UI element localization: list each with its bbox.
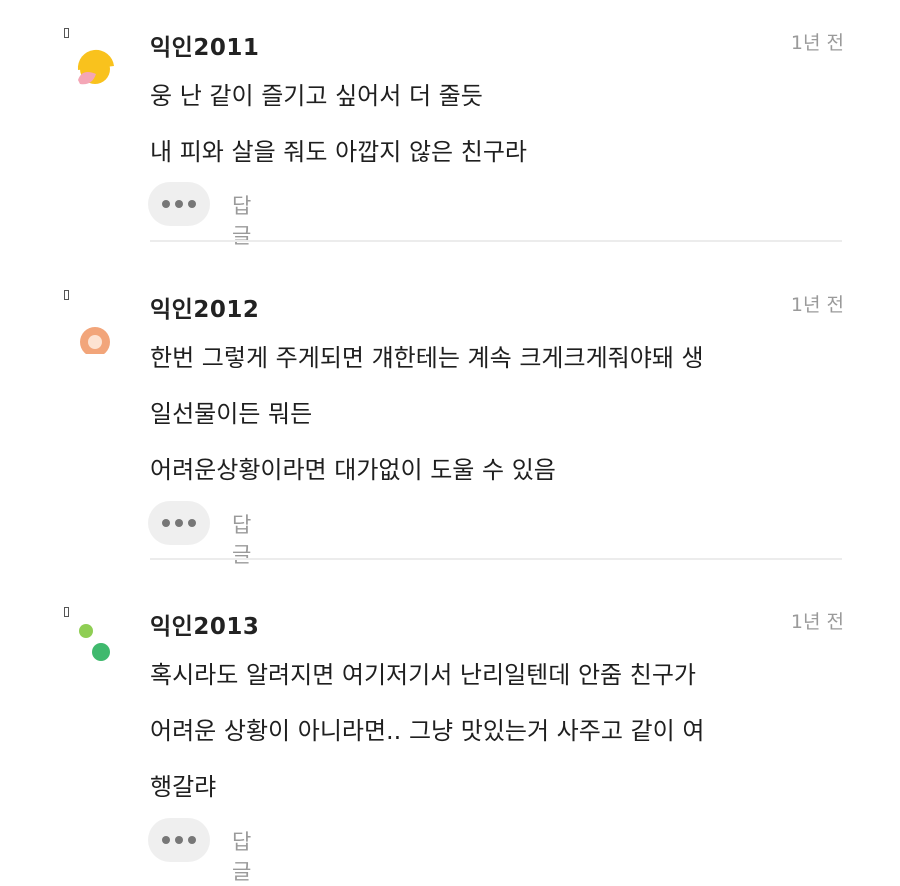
comment-marker [64, 28, 69, 38]
comment-marker [64, 290, 69, 300]
more-dot-icon [175, 200, 183, 208]
sun-avatar-icon [74, 44, 122, 92]
comment-marker [64, 607, 69, 617]
more-options-button[interactable] [148, 818, 210, 862]
comment-line: 어려운상황이라면 대가없이 도울 수 있음 [150, 456, 556, 484]
more-dot-icon [162, 836, 170, 844]
comment-author[interactable]: 익인2013 [150, 607, 259, 641]
comment-line: 한번 그렇게 주게되면 걔한테는 계속 크게크게줘야돼 생 [150, 344, 704, 372]
more-dot-icon [162, 519, 170, 527]
comment-divider [150, 240, 842, 242]
comment-author[interactable]: 익인2012 [150, 290, 259, 324]
more-dot-icon [162, 200, 170, 208]
comment-line: 일선물이든 뭐든 [150, 400, 313, 428]
comment-line: 내 피와 살을 줘도 아깝지 않은 친구라 [150, 138, 527, 166]
comment-time: 1년 전 [790, 32, 844, 54]
comment-author[interactable]: 익인2011 [150, 28, 259, 62]
comment-line: 혹시라도 알려지면 여기저기서 난리일텐데 안줌 친구가 [150, 661, 696, 689]
more-dot-icon [188, 519, 196, 527]
comment-body: 한번 그렇게 주게되면 걔한테는 계속 크게크게줘야돼 생 일선물이든 뭐든 어… [150, 330, 704, 498]
more-dot-icon [175, 519, 183, 527]
comment-time: 1년 전 [790, 611, 844, 633]
more-dot-icon [175, 836, 183, 844]
comment-line: 행갈랴 [150, 773, 217, 801]
comment-body: 혹시라도 알려지면 여기저기서 난리일텐데 안줌 친구가 어려운 상황이 아니라… [150, 647, 704, 815]
comment-divider [150, 558, 842, 560]
more-dot-icon [188, 836, 196, 844]
comment-body: 웅 난 같이 즐기고 싶어서 더 줄듯 내 피와 살을 줘도 아깝지 않은 친구… [150, 68, 527, 180]
more-options-button[interactable] [148, 182, 210, 226]
comment-line: 어려운 상황이 아니라면.. 그냥 맛있는거 사주고 같이 여 [150, 717, 705, 745]
ring-avatar-icon [74, 306, 122, 357]
dots-avatar-icon [74, 623, 122, 671]
reply-button[interactable]: 답글 [232, 509, 251, 569]
comment-time: 1년 전 [790, 294, 844, 316]
comment-line: 웅 난 같이 즐기고 싶어서 더 줄듯 [150, 82, 483, 110]
more-dot-icon [188, 200, 196, 208]
reply-button[interactable]: 답글 [232, 826, 251, 886]
more-options-button[interactable] [148, 501, 210, 545]
